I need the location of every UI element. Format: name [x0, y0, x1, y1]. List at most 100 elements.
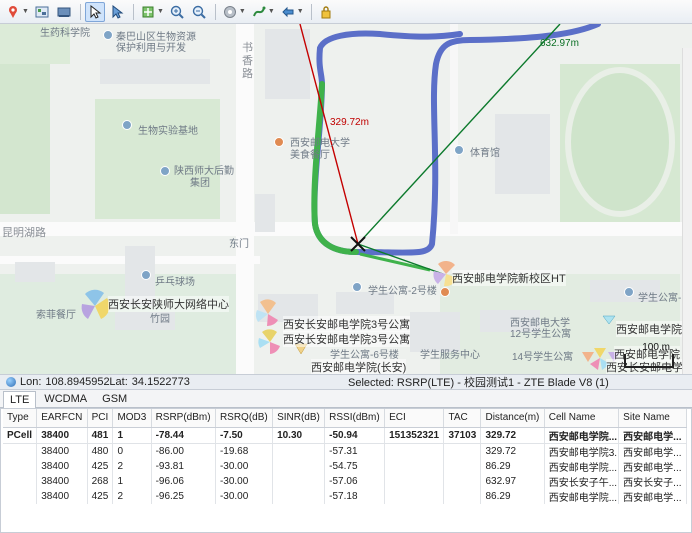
table-cell [3, 473, 38, 489]
table-cell: -78.44 [151, 427, 216, 444]
column-header[interactable]: Site Name [618, 409, 687, 428]
poi-pin-icon [274, 137, 284, 147]
table-cell: -54.75 [324, 458, 386, 474]
table-cell: 西安长安子... [618, 473, 687, 489]
cell-site-label[interactable]: 西安长安邮电学院3号公寓 [283, 331, 411, 347]
map-view-icon[interactable] [54, 2, 74, 22]
column-header[interactable]: PCI [87, 409, 114, 428]
column-header[interactable]: RSRP(dBm) [151, 409, 216, 428]
road-label: 路 [242, 68, 253, 80]
map-label: 12号学生公寓 [510, 329, 572, 340]
layer-manager-icon[interactable] [32, 2, 52, 22]
table-cell [272, 443, 326, 459]
table-cell: 西安邮电学院... [544, 427, 620, 444]
column-header[interactable]: Distance(m) [480, 409, 545, 428]
tab-lte[interactable]: LTE [3, 391, 37, 408]
table-cell: 西安邮电学院... [544, 458, 620, 474]
table-cell [443, 458, 482, 474]
table-cell: 2 [112, 488, 152, 504]
scale-label: 100 m [642, 342, 670, 353]
table-row[interactable]: 38400 268 1 -96.06 -30.00 -57.06 632.97 西安长安子午.… [3, 473, 687, 489]
table-cell: 480 [87, 443, 114, 459]
poi-pin-icon [624, 287, 634, 297]
column-header[interactable]: EARFCN [36, 409, 88, 428]
road-label: 昆明湖路 [2, 227, 46, 239]
select-arrow-icon[interactable] [84, 1, 105, 22]
measure-icon[interactable] [220, 2, 240, 22]
table-cell [384, 473, 445, 489]
table-cell: 425 [87, 488, 114, 504]
poi-pin-icon [440, 287, 450, 297]
column-header[interactable]: TAC [443, 409, 482, 428]
lat-label: Lat: [109, 376, 128, 388]
poi-pin-icon [103, 30, 113, 40]
table-cell [384, 488, 445, 504]
table-cell: -7.50 [215, 427, 274, 444]
tab-wcdma[interactable]: WCDMA [37, 390, 94, 407]
map-vertical-scrollbar[interactable] [682, 48, 692, 374]
toolbar-divider [214, 3, 216, 20]
route-icon[interactable] [249, 2, 269, 22]
cell-site-label[interactable]: 西安邮电学院新校区HT [452, 270, 566, 286]
map-canvas[interactable]: 生药科学院 秦巴山区生物资源 保护利用与开发 书 香 路 生物实验基地 陕西师大… [0, 24, 692, 374]
table-cell: 268 [87, 473, 114, 489]
map-label: 竹园 [150, 314, 170, 325]
zoom-out-icon[interactable] [189, 2, 209, 22]
table-cell: 38400 [36, 443, 88, 459]
table-cell: -96.06 [151, 473, 216, 489]
tab-gsm[interactable]: GSM [95, 390, 134, 407]
table-cell: -30.00 [215, 473, 274, 489]
column-header[interactable]: ECI [384, 409, 445, 428]
table-cell: 2 [112, 458, 152, 474]
table-cell: 西安邮电学... [618, 458, 687, 474]
table-row[interactable]: 38400 425 2 -96.25 -30.00 -57.18 86.29 西安邮电学院..… [3, 488, 687, 504]
column-header[interactable]: Cell Name [544, 409, 620, 428]
map-label: 东门 [229, 239, 249, 250]
distance-label: 632.97m [540, 38, 579, 49]
table-cell [272, 458, 326, 474]
drive-test-icon[interactable] [278, 2, 298, 22]
selection-info: Selected: RSRP(LTE) - 校园测试1 - ZTE Blade … [348, 377, 609, 389]
table-cell: -86.00 [151, 443, 216, 459]
map-label: 美食餐厅 [290, 150, 330, 161]
pan-icon[interactable] [138, 2, 158, 22]
chevron-down-icon[interactable]: ▼ [239, 8, 246, 15]
table-cell: 1 [112, 473, 152, 489]
chevron-down-icon[interactable]: ▼ [268, 8, 275, 15]
table-cell [272, 473, 326, 489]
chevron-down-icon[interactable]: ▼ [297, 8, 304, 15]
map-pin-tool-icon[interactable] [3, 2, 23, 22]
column-header[interactable]: RSSI(dBm) [324, 409, 386, 428]
table-row[interactable]: PCell 38400 481 1 -78.44 -7.50 10.30 -50.94 1513… [3, 427, 687, 444]
cell-site-label[interactable]: 西安长安陕师大网络中心 [108, 296, 229, 312]
lon-label: Lon: [20, 376, 42, 388]
cell-site-label[interactable]: 西安邮电学院(长安) [311, 359, 407, 374]
table-row[interactable]: 38400 425 2 -93.81 -30.00 -54.75 86.29 西安邮电学院..… [3, 458, 687, 474]
column-header[interactable]: RSRQ(dB) [215, 409, 274, 428]
table-row[interactable]: 38400 480 0 -86.00 -19.68 -57.31 329.72 西安邮电学院3… [3, 443, 687, 459]
table-cell [443, 488, 482, 504]
table-cell: 329.72 [480, 443, 545, 459]
table-cell: 86.29 [480, 488, 545, 504]
column-header[interactable]: SINR(dB) [272, 409, 326, 428]
zoom-in-icon[interactable] [167, 2, 187, 22]
toolbar: ▼ ▼ ▼ ▼ ▼ [0, 0, 692, 24]
poi-pin-icon [122, 120, 132, 130]
chevron-down-icon[interactable]: ▼ [22, 8, 29, 15]
table-cell: -57.31 [324, 443, 386, 459]
lock-icon[interactable] [316, 2, 336, 22]
table-header-row: Type EARFCN PCI MOD3 RSRP(dBm) RSRQ(dB) … [3, 409, 687, 428]
table-cell [3, 458, 38, 474]
column-header[interactable]: Type [3, 409, 38, 428]
point-select-icon[interactable] [107, 2, 127, 22]
poi-pin-icon [141, 270, 151, 280]
column-header[interactable]: MOD3 [112, 409, 152, 428]
table-cell: 西安邮电学院... [544, 488, 620, 504]
table-cell: 151352321 [384, 427, 445, 444]
poi-pin-icon [454, 145, 464, 155]
cell-site-label[interactable]: 西安邮电学院( [616, 321, 686, 337]
chevron-down-icon[interactable]: ▼ [157, 8, 164, 15]
table-cell: 西安邮电学院3... [544, 443, 620, 459]
cell-site-label[interactable]: 西安长安邮电学院3号公寓 [283, 316, 411, 332]
table-cell: -96.25 [151, 488, 216, 504]
